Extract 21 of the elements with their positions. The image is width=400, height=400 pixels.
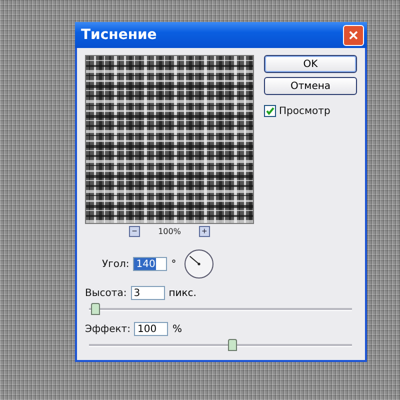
percent-unit: % [172, 324, 182, 334]
zoom-level: 100% [158, 227, 181, 236]
close-button[interactable]: ✕ [343, 24, 364, 46]
angle-field[interactable]: 140 [133, 257, 168, 271]
preview-checkbox[interactable] [264, 105, 276, 117]
zoom-in-button[interactable]: + [198, 226, 210, 237]
slider-thumb[interactable] [91, 303, 100, 315]
angle-label: Угол: [102, 258, 130, 270]
angle-dial-icon[interactable] [184, 249, 214, 279]
dialog-button[interactable]: OK [264, 55, 357, 73]
window-title: Тиснение [81, 27, 157, 43]
effect-label: Эффект: [85, 324, 130, 334]
degree-unit: ° [171, 258, 176, 270]
height-label: Высота: [85, 288, 127, 298]
zoom-out-button[interactable]: − [129, 226, 140, 237]
dialog-button[interactable]: Отмена [264, 77, 357, 95]
height-field[interactable]: 3 [130, 286, 165, 300]
pixels-unit: пикс. [168, 288, 196, 298]
checkbox-label: Просмотр [279, 106, 330, 116]
slider-thumb[interactable] [228, 339, 238, 351]
effect-field[interactable]: 100 [134, 322, 168, 336]
